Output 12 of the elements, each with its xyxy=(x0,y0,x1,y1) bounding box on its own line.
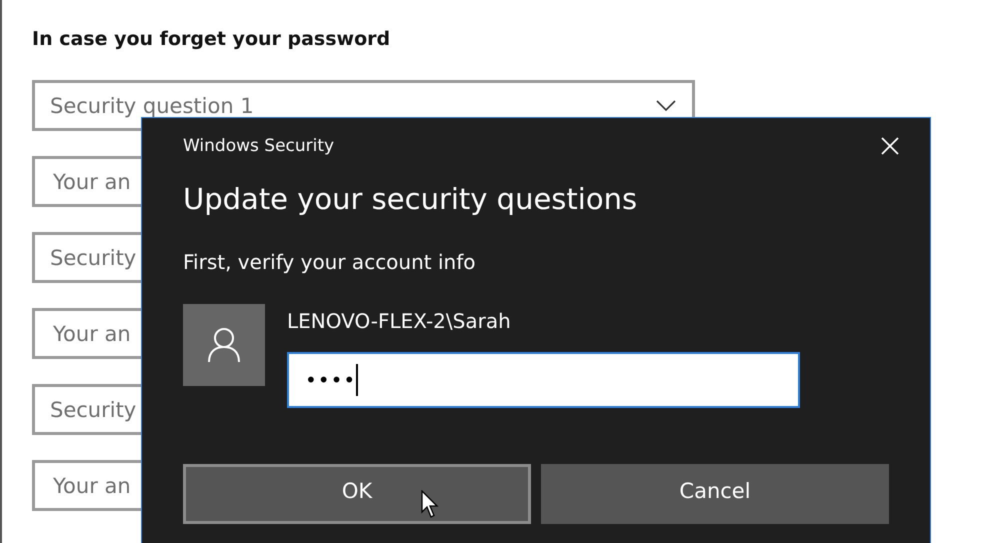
window-title: Windows Security xyxy=(183,136,334,156)
user-avatar-icon xyxy=(183,304,265,386)
dialog-heading: Update your security questions xyxy=(183,182,638,216)
cancel-button[interactable]: Cancel xyxy=(541,464,889,524)
section-heading: In case you forget your password xyxy=(32,28,392,52)
ok-button[interactable]: OK xyxy=(183,464,531,524)
chevron-down-icon xyxy=(656,100,676,112)
username: LENOVO-FLEX-2\Sarah xyxy=(287,309,512,333)
mouse-cursor-icon xyxy=(421,490,439,518)
instruction-text: First, verify your account info xyxy=(183,250,476,274)
password-field[interactable]: •••• xyxy=(287,352,800,408)
close-icon[interactable] xyxy=(880,136,900,156)
